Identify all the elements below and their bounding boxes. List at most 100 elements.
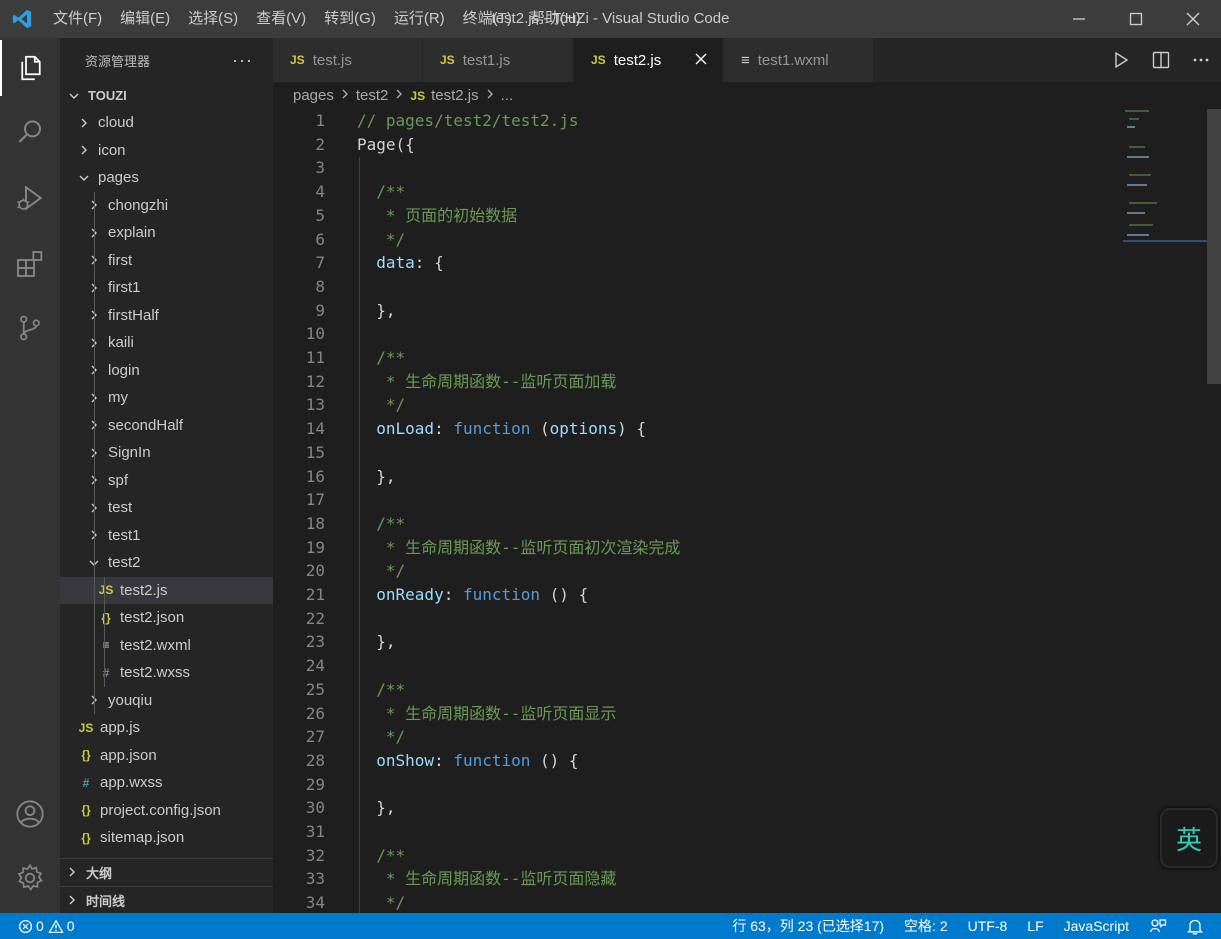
line-number: 14 [305,419,325,439]
code-token: /** [357,679,406,699]
workspace-root[interactable]: TOUZI [60,82,273,109]
close-tab-icon[interactable] [694,52,708,70]
tree-file[interactable]: {} sitemap.json [60,824,273,851]
search-activity-button[interactable] [0,104,60,160]
tree-folder[interactable]: youqiu [60,687,273,714]
tab-label: test.js [312,51,352,69]
maximize-button[interactable] [1107,0,1164,38]
source-control-activity-button[interactable] [0,300,60,356]
close-window-button[interactable] [1164,0,1221,38]
tree-folder[interactable]: test1 [60,522,273,549]
language-mode[interactable]: JavaScript [1054,913,1139,939]
code-line: 14 onLoad: function (options) { [273,417,1123,441]
tree-folder[interactable]: pages [60,164,273,191]
breadcrumb-item-pages[interactable]: pages [293,87,334,104]
menu-item[interactable]: 编辑(E) [111,0,179,38]
code-text: /** [357,512,405,536]
menu-item[interactable]: 选择(S) [179,0,247,38]
tree-folder[interactable]: test2 [60,549,273,576]
notifications-button[interactable] [1177,913,1221,939]
tree-file[interactable]: {} app.json [60,742,273,769]
outline-panel-header[interactable]: 大纲 [60,858,273,885]
tree-file[interactable]: JS test2.js [60,576,273,604]
json-file-icon: {} [81,803,91,817]
tree-folder[interactable]: my [60,384,273,411]
problems-indicator[interactable]: 0 0 [0,913,75,939]
menu-item[interactable]: 转到(G) [315,0,385,38]
code-token: ( [530,419,550,439]
editor-tab[interactable]: JS test1.js [423,38,573,82]
editor-tab[interactable]: JS test.js [273,38,423,82]
code-text: /** [357,346,405,370]
scrollbar-thumb[interactable] [1207,109,1221,384]
editor-tab[interactable]: ≡ test1.wxml [724,38,874,82]
code-token: }, [357,300,396,320]
split-editor-button[interactable] [1141,38,1181,82]
menu-item[interactable]: 帮助(H) [521,0,590,38]
editor-scrollbar[interactable] [1207,109,1221,913]
breadcrumb-more[interactable]: ... [501,87,514,104]
tree-file[interactable]: JS app.js [60,714,273,741]
menu-item[interactable]: 终端(T) [454,0,521,38]
explorer-activity-button[interactable] [0,40,60,96]
extensions-activity-button[interactable] [0,236,60,292]
status-bar: 0 0 行 63，列 23 (已选择17) 空格: 2 UTF-8 LF Jav… [0,913,1221,939]
line-number: 24 [305,656,325,676]
tree-folder[interactable]: kaili [60,329,273,356]
indentation-setting[interactable]: 空格: 2 [894,913,958,939]
tree-folder[interactable]: SignIn [60,439,273,466]
cursor-position[interactable]: 行 63，列 23 (已选择17) [722,913,894,939]
tree-folder[interactable]: first [60,247,273,274]
close-icon [1186,12,1199,26]
tree-folder[interactable]: test [60,494,273,521]
code-line: 32 /** [273,844,1123,868]
line-number: 9 [315,300,325,320]
line-number: 16 [305,466,325,486]
tree-folder[interactable]: first1 [60,274,273,301]
line-number: 8 [315,276,325,296]
tree-folder[interactable]: firstHalf [60,302,273,329]
outline-panel-label: 大纲 [86,865,113,881]
tree-folder[interactable]: cloud [60,109,273,136]
breadcrumb: pages test2 JS test2.js ... [273,82,1221,109]
eol-setting[interactable]: LF [1017,913,1053,939]
code-token: * 生命周期函数--监听页面加载 [357,371,617,391]
tree-folder[interactable]: chongzhi [60,192,273,219]
breadcrumb-item-test2[interactable]: test2 [356,87,389,104]
tree-folder[interactable]: icon [60,137,273,164]
timeline-panel-header[interactable]: 时间线 [60,886,273,913]
tree-folder[interactable]: explain [60,219,273,246]
code-line: 31 [273,820,1123,844]
code-line: 9 }, [273,299,1123,323]
accounts-activity-button[interactable] [0,786,60,842]
editor-more-button[interactable] [1181,38,1221,82]
run-button[interactable] [1101,38,1141,82]
menu-item[interactable]: 查看(V) [247,0,315,38]
more-actions-button[interactable]: ··· [232,50,253,71]
menu-item[interactable]: 运行(R) [385,0,454,38]
code-token: /** [357,182,406,202]
tree-file[interactable]: # test2.wxss [60,659,273,686]
code-token: // pages/test2/test2.js [357,111,579,130]
tree-folder[interactable]: secondHalf [60,412,273,439]
tree-folder[interactable]: spf [60,467,273,494]
menu-item[interactable]: 文件(F) [44,0,111,38]
tree-file[interactable]: {} project.config.json [60,797,273,824]
line-number: 26 [305,703,325,723]
minimap[interactable] [1123,109,1207,249]
minimize-button[interactable] [1050,0,1107,38]
manage-activity-button[interactable] [0,850,60,906]
tree-file[interactable]: ≡ test2.wxml [60,632,273,659]
tree-file[interactable]: {} test2.json [60,604,273,631]
feedback-button[interactable] [1139,913,1177,939]
json-file-icon: {} [81,830,91,845]
code-editor[interactable]: 1// pages/test2/test2.js 2 Page({3 4 /** 5 *… [273,109,1221,913]
encoding-setting[interactable]: UTF-8 [958,913,1018,939]
code-token: onReady [357,585,444,604]
run-debug-activity-button[interactable] [0,170,60,226]
breadcrumb-item-file[interactable]: test2.js [431,87,479,104]
tree-file[interactable]: # app.wxss [60,769,273,796]
ime-indicator[interactable]: 英 [1160,808,1218,868]
tree-folder[interactable]: login [60,357,273,384]
editor-tab[interactable]: JS test2.js [574,38,723,82]
